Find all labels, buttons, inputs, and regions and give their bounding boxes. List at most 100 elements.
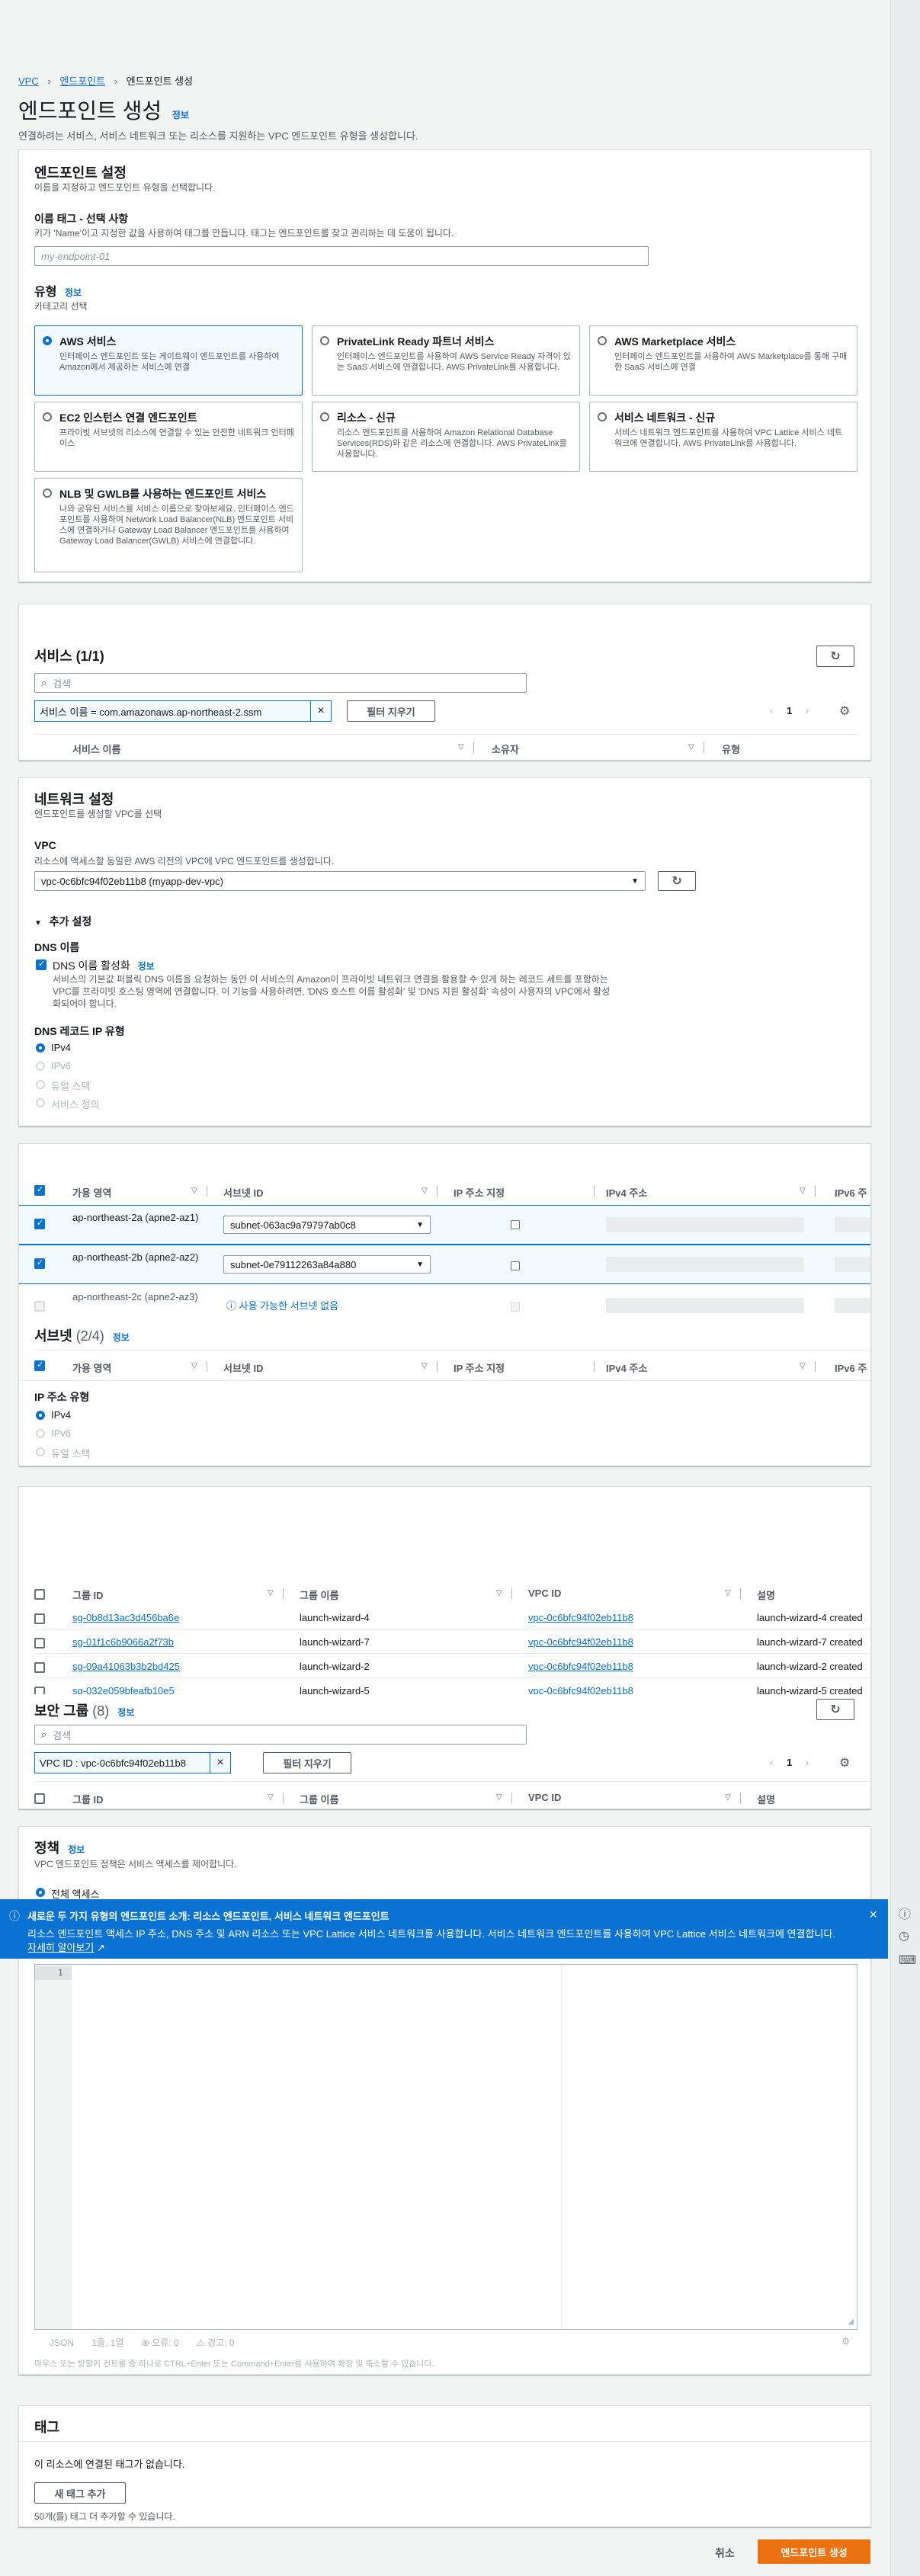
type-radio-privatelink-partner[interactable]	[320, 336, 329, 345]
dns-enable-checkbox[interactable]	[36, 959, 46, 970]
sg-id-link[interactable]: sg-09a41063b3b2bd425	[72, 1661, 180, 1672]
type-card-nlb-gwlb[interactable]: NLB 및 GWLB를 사용하는 엔드포인트 서비스 나와 공유된 서비스를 서…	[34, 478, 303, 572]
col-vpc-id[interactable]: VPC ID	[528, 1792, 561, 1803]
subnets-select-all-checkbox[interactable]	[34, 1184, 45, 1196]
col-owner[interactable]: 소유자	[492, 742, 519, 756]
sort-icon[interactable]: ▽	[191, 1362, 197, 1370]
sort-icon[interactable]: ▽	[800, 1362, 806, 1370]
subnet-row-checkbox[interactable]	[34, 1258, 45, 1269]
clock-icon[interactable]: ◷	[899, 1928, 909, 1943]
col-type[interactable]: 유형	[722, 742, 740, 756]
subnet-row-checkbox[interactable]	[34, 1218, 45, 1229]
feedback-icon[interactable]: ⌨	[899, 1953, 916, 1968]
subnet-select[interactable]: subnet-063ac9a79797ab0c8 ▼	[223, 1216, 431, 1234]
col-subnet-id[interactable]: 서브넷 ID	[223, 1185, 264, 1200]
col-group-name[interactable]: 그룹 이름	[300, 1792, 338, 1806]
sg-row-checkbox[interactable]	[34, 1662, 45, 1673]
type-card-ec2-instance-connect[interactable]: EC2 인스턴스 연결 엔드포인트 프라이빗 서브넷의 리소스에 연결할 수 있…	[34, 402, 303, 472]
ip-addressing-checkbox[interactable]	[511, 1220, 520, 1229]
name-tag-input[interactable]: my-endpoint-01	[34, 246, 649, 266]
breadcrumb-endpoints[interactable]: 엔드포인트	[59, 75, 105, 87]
sg-select-all-checkbox[interactable]	[34, 1793, 45, 1804]
refresh-vpc-button[interactable]: ↻	[658, 871, 696, 891]
create-endpoint-button[interactable]: 엔드포인트 생성	[758, 2539, 870, 2564]
sort-icon[interactable]: ▽	[496, 1589, 502, 1597]
type-card-marketplace[interactable]: AWS Marketplace 서비스 인터페이스 엔드포인트를 사용하여 AW…	[589, 325, 857, 396]
type-card-privatelink-partner[interactable]: PrivateLink Ready 파트너 서비스 인터페이스 엔드포인트를 사…	[312, 325, 580, 396]
sort-icon[interactable]: ▽	[422, 1362, 428, 1370]
policy-full-access-radio[interactable]	[36, 1888, 45, 1897]
type-radio-marketplace[interactable]	[598, 336, 607, 345]
prev-page-icon[interactable]: ‹	[770, 1757, 773, 1768]
sort-icon[interactable]: ▽	[688, 743, 694, 751]
type-radio-nlb-gwlb[interactable]	[43, 489, 52, 498]
col-description[interactable]: 설명	[757, 1792, 775, 1806]
sg-vpc-link[interactable]: vpc-0c6bfc94f02eb11b8	[528, 1636, 633, 1648]
info-panel-icon[interactable]: ⓘ	[899, 1904, 911, 1922]
col-ipv4[interactable]: IPv4 주소	[606, 1185, 647, 1200]
remove-filter-icon[interactable]: ×	[310, 701, 331, 721]
sg-row-checkbox[interactable]	[34, 1638, 45, 1648]
ip-type-radio-ipv4[interactable]	[36, 1411, 45, 1420]
col-subnet-id[interactable]: 서브넷 ID	[223, 1360, 264, 1375]
settings-gear-icon[interactable]: ⚙	[841, 2336, 850, 2347]
sg-clear-filter-button[interactable]: 필터 지우기	[263, 1752, 351, 1773]
col-group-name[interactable]: 그룹 이름	[300, 1588, 338, 1602]
sg-search-input[interactable]: ⌕ 검색	[34, 1725, 527, 1745]
sg-select-all-checkbox[interactable]	[34, 1589, 45, 1600]
col-ip-addressing[interactable]: IP 주소 지정	[454, 1185, 505, 1200]
remove-filter-icon[interactable]: ×	[210, 1753, 230, 1773]
type-radio-aws-services[interactable]	[43, 336, 52, 345]
resize-handle-icon[interactable]: ◢	[848, 2318, 854, 2326]
type-info-link[interactable]: 정보	[65, 287, 82, 298]
col-vpc-id[interactable]: VPC ID	[528, 1588, 561, 1599]
policy-json-editor[interactable]: 1 ◢	[34, 1964, 857, 2330]
subnets-info-link[interactable]: 정보	[113, 1332, 130, 1343]
ip-addressing-checkbox[interactable]	[511, 1261, 520, 1270]
sort-icon[interactable]: ▽	[422, 1187, 428, 1195]
services-clear-filter-button[interactable]: 필터 지우기	[347, 700, 435, 722]
current-page[interactable]: 1	[787, 1757, 792, 1768]
settings-gear-icon[interactable]: ⚙	[839, 1755, 850, 1770]
col-ipv6[interactable]: IPv6 주	[835, 1360, 867, 1375]
sg-filter-token[interactable]: VPC ID : vpc-0c6bfc94f02eb11b8 ×	[34, 1752, 231, 1773]
type-card-service-network[interactable]: 서비스 네트워크 - 신규 서비스 네트워크 엔드포인트를 사용하여 VPC L…	[589, 402, 857, 472]
policy-info-link[interactable]: 정보	[68, 1844, 85, 1855]
col-ipv4[interactable]: IPv4 주소	[606, 1360, 647, 1375]
col-group-id[interactable]: 그룹 ID	[72, 1588, 104, 1602]
cancel-button[interactable]: 취소	[715, 2546, 735, 2561]
type-card-resources[interactable]: 리소스 - 신규 리소스 엔드포인트를 사용하여 Amazon Relation…	[312, 402, 580, 472]
sg-vpc-link[interactable]: vpc-0c6bfc94f02eb11b8	[528, 1612, 633, 1623]
dns-info-link[interactable]: 정보	[138, 961, 155, 972]
col-group-id[interactable]: 그룹 ID	[72, 1792, 104, 1806]
col-az[interactable]: 가용 영역	[72, 1185, 111, 1200]
subnet-select[interactable]: subnet-0e79112263a84a880 ▼	[223, 1255, 431, 1274]
col-ip-addressing[interactable]: IP 주소 지정	[454, 1360, 505, 1375]
page-info-link[interactable]: 정보	[172, 110, 189, 120]
services-search-input[interactable]: ⌕ 검색	[34, 673, 527, 693]
sg-row-checkbox[interactable]	[34, 1613, 45, 1624]
banner-learn-more-link[interactable]: 자세히 알아보기	[27, 1942, 94, 1953]
col-description[interactable]: 설명	[757, 1588, 775, 1602]
sg-info-link[interactable]: 정보	[117, 1707, 134, 1718]
breadcrumb-vpc[interactable]: VPC	[18, 75, 39, 87]
additional-settings-toggle[interactable]: ▼ 추가 설정	[34, 914, 91, 929]
sort-icon[interactable]: ▽	[191, 1187, 197, 1195]
next-page-icon[interactable]: ›	[806, 1757, 809, 1768]
sg-id-link[interactable]: sg-01f1c6b9066a2f73b	[72, 1636, 174, 1648]
type-radio-resources[interactable]	[320, 412, 329, 421]
type-radio-ec2-instance-connect[interactable]	[43, 412, 52, 421]
sg-vpc-link[interactable]: vpc-0c6bfc94f02eb11b8	[528, 1661, 633, 1672]
sort-icon[interactable]: ▽	[268, 1793, 274, 1802]
prev-page-icon[interactable]: ‹	[770, 705, 773, 716]
close-icon[interactable]: ×	[869, 1907, 877, 1923]
sg-id-link[interactable]: sg-0b8d13ac3d456ba6e	[72, 1612, 179, 1623]
sort-icon[interactable]: ▽	[458, 743, 464, 751]
type-radio-service-network[interactable]	[598, 412, 607, 421]
type-card-aws-services[interactable]: AWS 서비스 인터페이스 엔드포인트 또는 게이트웨이 엔드포인트를 사용하여…	[34, 325, 303, 396]
col-ipv6[interactable]: IPv6 주	[835, 1185, 867, 1200]
subnets-select-all-checkbox[interactable]	[34, 1360, 45, 1371]
sort-icon[interactable]: ▽	[725, 1589, 731, 1597]
col-service-name[interactable]: 서비스 이름	[72, 742, 120, 756]
settings-gear-icon[interactable]: ⚙	[839, 703, 850, 719]
